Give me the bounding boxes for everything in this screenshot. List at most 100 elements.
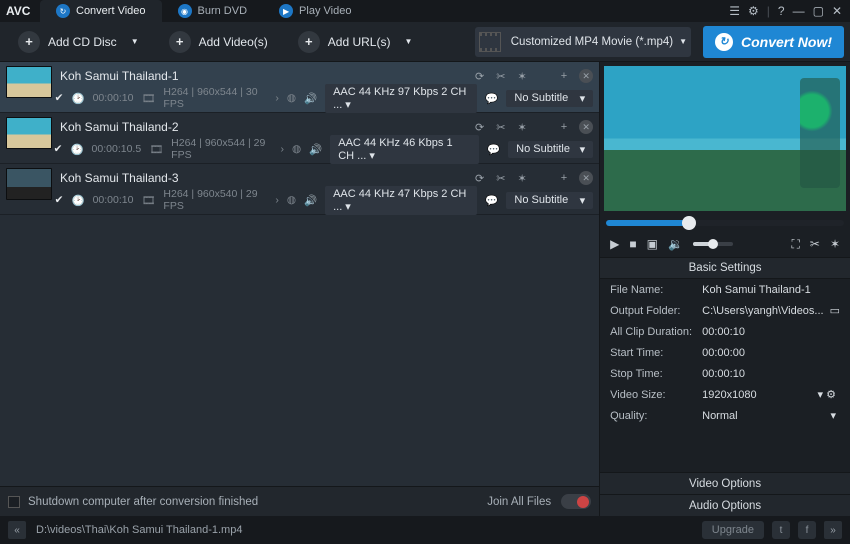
close-icon[interactable]: ✕ [832,4,842,18]
audio-track-select[interactable]: AAC 44 KHz 47 Kbps 2 CH ... ▾ [325,186,477,215]
add-urls-label: Add URL(s) [328,35,391,49]
add-cd-disc-button[interactable]: + Add CD Disc ▼ [6,28,151,56]
toolbar: + Add CD Disc ▼ + Add Video(s) + Add URL… [0,22,850,62]
item-codec: H264 | 960x540 | 29 FPS [163,188,267,212]
twitter-icon[interactable]: t [772,521,790,539]
speaker-icon: 🔊 [304,194,317,207]
video-thumbnail [6,66,52,98]
add-segment-icon[interactable]: + [561,121,567,133]
clock-icon: 🕑 [71,92,84,105]
subtitle-select[interactable]: No Subtitle▾ [506,90,593,107]
plus-video-icon: + [169,31,191,53]
audio-track-select[interactable]: AAC 44 KHz 97 Kbps 2 CH ... ▾ [325,84,477,113]
video-thumbnail [6,168,52,200]
refresh-item-icon[interactable]: ⟳ [475,172,484,185]
chevron-down-icon: ▼ [404,37,412,46]
video-item[interactable]: Koh Samui Thailand-2 ⟳ ✂ ✶ + ✕ ✔ 🕑 00:00… [0,113,599,164]
volume-slider[interactable] [693,242,733,246]
item-checkbox[interactable]: ✔ [55,92,64,104]
current-file-path: D:\videos\Thai\Koh Samui Thailand-1.mp4 [36,524,242,536]
info-icon[interactable]: ◍ [287,194,296,206]
collapse-left-button[interactable]: « [8,521,26,539]
tab-burn-dvd[interactable]: ◉ Burn DVD [162,0,264,22]
convert-now-button[interactable]: ↻ Convert Now! [703,26,844,58]
join-all-label: Join All Files [487,496,551,508]
list-footer: Shutdown computer after conversion finis… [0,486,599,516]
menu-icon[interactable]: ☰ [729,4,740,18]
info-icon[interactable]: ◍ [287,92,296,104]
video-options-button[interactable]: Video Options [600,472,850,494]
add-urls-button[interactable]: + Add URL(s) ▼ [286,28,425,56]
chevron-right-icon[interactable]: › [280,143,284,155]
video-title: Koh Samui Thailand-2 [60,120,179,134]
tab-convert-video[interactable]: ↻ Convert Video [40,0,162,22]
add-segment-icon[interactable]: + [561,70,567,82]
remove-item-icon[interactable]: ✕ [579,171,593,185]
seek-bar[interactable] [606,220,844,226]
subtitle-select[interactable]: No Subtitle▾ [506,192,593,209]
add-segment-icon[interactable]: + [561,172,567,184]
cut-item-icon[interactable]: ✂ [496,70,505,83]
cut-item-icon[interactable]: ✂ [496,121,505,134]
item-duration: 00:00:10 [93,194,134,206]
audio-options-button[interactable]: Audio Options [600,494,850,516]
subtitle-select[interactable]: No Subtitle▾ [508,141,593,158]
join-all-toggle[interactable] [561,494,591,509]
cut-button[interactable]: ✂ [810,237,820,251]
stop-button[interactable]: ■ [629,237,636,251]
quality-label: Quality: [610,410,702,422]
chevron-right-icon[interactable]: › [275,92,279,104]
maximize-icon[interactable]: ▢ [813,4,824,18]
basic-settings-header: Basic Settings [600,257,850,279]
subtitle-icon: 💬 [485,92,498,105]
chevron-down-icon: ▼ [131,37,139,46]
tab-play-video[interactable]: ▶ Play Video [263,0,367,22]
refresh-item-icon[interactable]: ⟳ [475,121,484,134]
film-icon: 🎞 [141,194,155,207]
video-item[interactable]: Koh Samui Thailand-3 ⟳ ✂ ✶ + ✕ ✔ 🕑 00:00… [0,164,599,215]
effects-item-icon[interactable]: ✶ [517,70,526,83]
chevron-down-icon: ▼ [679,37,687,46]
output-folder-value: C:\Users\yangh\Videos...▭ [702,304,840,317]
facebook-icon[interactable]: f [798,521,816,539]
film-icon: 🎞 [149,143,163,156]
chevron-right-icon[interactable]: › [275,194,279,206]
info-icon[interactable]: ◍ [292,143,301,155]
video-item[interactable]: Koh Samui Thailand-1 ⟳ ✂ ✶ + ✕ ✔ 🕑 00:00… [0,62,599,113]
fullscreen-button[interactable]: ⛶ [791,237,799,252]
video-size-select[interactable]: 1920x1080▾ ⚙ [702,388,840,401]
convert-refresh-icon: ↻ [715,33,733,51]
add-videos-button[interactable]: + Add Video(s) [157,28,280,56]
disc-icon: ◉ [178,4,192,18]
upgrade-button[interactable]: Upgrade [702,521,764,539]
effects-item-icon[interactable]: ✶ [517,121,526,134]
item-checkbox[interactable]: ✔ [55,194,64,206]
mode-tabs: ↻ Convert Video ◉ Burn DVD ▶ Play Video [40,0,367,22]
collapse-right-button[interactable]: » [824,521,842,539]
effects-item-icon[interactable]: ✶ [517,172,526,185]
browse-folder-icon[interactable]: ▭ [830,304,840,317]
item-checkbox[interactable]: ✔ [54,143,63,155]
app-bar: AVC ↻ Convert Video ◉ Burn DVD ▶ Play Vi… [0,0,850,22]
output-format-select[interactable]: Customized MP4 Movie (*.mp4) ▼ [475,27,691,57]
refresh-item-icon[interactable]: ⟳ [475,70,484,83]
remove-item-icon[interactable]: ✕ [579,120,593,134]
shutdown-checkbox[interactable] [8,496,20,508]
minimize-icon[interactable]: — [793,4,805,18]
video-list-panel: Koh Samui Thailand-1 ⟳ ✂ ✶ + ✕ ✔ 🕑 00:00… [0,62,599,516]
expand-button[interactable]: ✶ [830,237,840,251]
settings-icon[interactable]: ⚙ [748,4,759,18]
speaker-icon[interactable]: 🔉 [668,237,683,251]
stop-time-value: 00:00:10 [702,368,840,380]
quality-select[interactable]: Normal▾ [702,409,840,422]
remove-item-icon[interactable]: ✕ [579,69,593,83]
output-folder-label: Output Folder: [610,305,702,317]
cut-item-icon[interactable]: ✂ [496,172,505,185]
play-button[interactable]: ▶ [610,237,619,251]
help-icon[interactable]: ? [778,4,785,18]
audio-track-select[interactable]: AAC 44 KHz 46 Kbps 1 CH ... ▾ [330,135,479,164]
preview-video-frame [604,66,846,211]
snapshot-button[interactable]: ▣ [647,237,658,251]
refresh-icon: ↻ [56,4,70,18]
video-size-label: Video Size: [610,389,702,401]
